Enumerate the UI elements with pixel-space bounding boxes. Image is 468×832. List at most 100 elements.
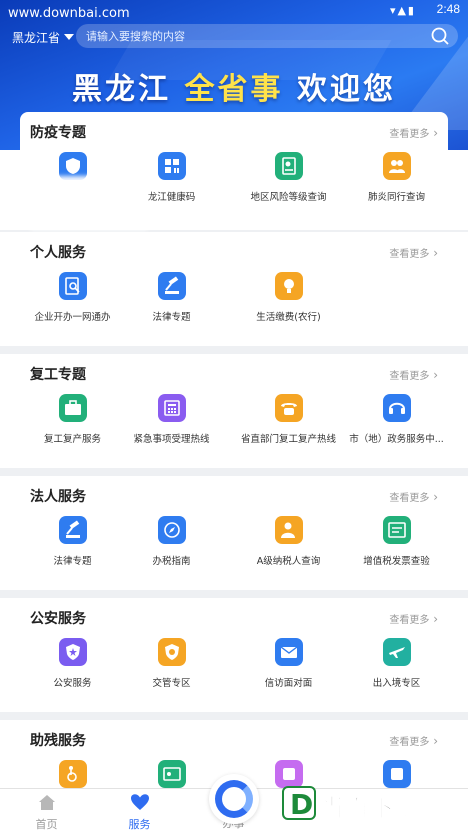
section-header: 助残服务 查看更多 <box>0 720 468 758</box>
section-title: 公安服务 <box>30 611 86 627</box>
service-item[interactable]: 肺炎同行查询 <box>338 152 455 222</box>
section-items: 复工复产服务 紧急事项受理热线 省直部门复工复产热线 市（地）政务服务中... <box>0 394 468 464</box>
service-item[interactable]: A级纳税人查询 <box>230 516 347 586</box>
gavel-icon <box>58 516 87 544</box>
bulb-icon <box>274 272 303 300</box>
service-item[interactable]: 紧急事项受理热线 <box>113 394 230 464</box>
phone-icon <box>274 394 303 422</box>
search-icon[interactable] <box>430 26 450 46</box>
card-icon <box>157 760 186 788</box>
tab-home[interactable]: 首页 <box>0 793 93 832</box>
headset-icon <box>382 394 411 422</box>
view-more-link[interactable]: 查看更多 <box>389 611 438 626</box>
service-label: 紧急事项受理热线 <box>133 434 210 445</box>
welcome-highlight: 全省事 <box>184 72 284 107</box>
status-icons: ▾▲▮ <box>389 4 416 17</box>
caret-down-icon <box>64 34 75 40</box>
view-more-link[interactable]: 查看更多 <box>389 367 438 382</box>
compass-icon <box>157 516 186 544</box>
view-more-link[interactable]: 查看更多 <box>389 489 438 504</box>
service-item[interactable]: 生活缴费(农行) <box>230 272 347 342</box>
tab-service-label: 服务 <box>128 818 151 831</box>
section-header: 防疫专题 查看更多 <box>20 112 448 150</box>
section-header: 公安服务 查看更多 <box>0 598 468 636</box>
section-title: 法人服务 <box>30 489 86 505</box>
service-label: 肺炎同行查询 <box>367 192 425 203</box>
briefcase-icon <box>58 394 87 422</box>
search-input[interactable]: 请输入要搜索的内容 <box>76 24 458 48</box>
service-label: A级纳税人查询 <box>256 556 321 567</box>
section-card: 复工专题查看更多复工复产服务紧急事项受理热线省直部门复工复产热线市（地）政务服务… <box>0 354 468 468</box>
gavel-icon <box>157 272 186 300</box>
people-icon <box>382 152 411 180</box>
tab-home-label: 首页 <box>35 818 58 831</box>
section-card: 个人服务查看更多企业开办一网通办法律专题生活缴费(农行) <box>0 232 468 346</box>
center-action-button[interactable] <box>209 774 259 824</box>
brand-logo: D <box>282 786 316 821</box>
top-bar: 黑龙江省 请输入要搜索的内容 <box>0 24 468 50</box>
police-badge-icon <box>58 638 87 666</box>
pink-icon <box>274 760 303 788</box>
view-more-link[interactable]: 查看更多 <box>389 733 438 748</box>
service-item[interactable]: 地区风险等级查询 <box>230 152 347 222</box>
document-icon <box>274 152 303 180</box>
service-label: 信访面对面 <box>264 678 313 689</box>
section-title: 复工专题 <box>30 367 86 383</box>
section-header: 法人服务 查看更多 <box>0 476 468 514</box>
search-placeholder: 请输入要搜索的内容 <box>86 30 185 43</box>
section-header: 复工专题 查看更多 <box>0 354 468 392</box>
service-label: 省直部门复工复产热线 <box>240 434 336 445</box>
blurred-region <box>30 176 148 230</box>
status-bar: www.downbai.com ▾▲▮ 2:48 <box>0 0 468 22</box>
service-item[interactable]: 法律专题 <box>113 272 230 342</box>
service-label: 出入境专区 <box>372 678 421 689</box>
wheelchair-icon <box>58 760 87 788</box>
qr-grid-icon <box>157 152 186 180</box>
welcome-part1: 黑龙江 <box>72 72 185 107</box>
mail-icon <box>274 638 303 666</box>
tab-service[interactable]: 服务 <box>93 793 186 832</box>
section-card: 法人服务查看更多法律专题办税指南A级纳税人查询增值税发票查验 <box>0 476 468 590</box>
service-label: 地区风险等级查询 <box>250 192 327 203</box>
service-label: 法律专题 <box>152 312 191 323</box>
province-label: 黑龙江省 <box>12 31 61 45</box>
status-time: 2:48 <box>436 2 460 16</box>
home-icon <box>38 795 55 810</box>
section-items: 企业开办一网通办 法律专题 生活缴费(农行) <box>0 272 468 342</box>
service-item[interactable]: 增值税发票查验 <box>338 516 455 586</box>
watermark-text: www.downbai.com <box>8 6 130 21</box>
section-title: 防疫专题 <box>30 125 86 141</box>
service-label: 交管专区 <box>152 678 191 689</box>
search-doc-icon <box>58 272 87 300</box>
service-item[interactable]: 交管专区 <box>113 638 230 708</box>
traffic-badge-icon <box>157 638 186 666</box>
view-more-link[interactable]: 查看更多 <box>389 245 438 260</box>
section-title: 助残服务 <box>30 733 86 749</box>
brand-text: 当百下载 <box>320 794 420 823</box>
service-item[interactable]: 省直部门复工复产热线 <box>230 394 347 464</box>
plane-icon <box>382 638 411 666</box>
fax-icon <box>157 394 186 422</box>
service-label: 办税指南 <box>152 556 191 567</box>
person-a-icon <box>274 516 303 544</box>
service-label: 增值税发票查验 <box>363 556 430 567</box>
province-selector[interactable]: 黑龙江省 <box>12 29 75 46</box>
service-label: 生活缴费(农行) <box>256 312 321 323</box>
service-item[interactable]: 信访面对面 <box>230 638 347 708</box>
service-item[interactable]: 办税指南 <box>113 516 230 586</box>
blue-icon <box>382 760 411 788</box>
service-label: 市（地）政务服务中... <box>349 434 444 445</box>
welcome-part2: 欢迎您 <box>283 72 396 107</box>
section-title: 个人服务 <box>30 245 86 261</box>
section-items: 公安服务 交管专区 信访面对面 出入境专区 <box>0 638 468 708</box>
invoice-icon <box>382 516 411 544</box>
section-items: 法律专题 办税指南 A级纳税人查询 增值税发票查验 <box>0 516 468 586</box>
center-ring-icon <box>215 780 253 818</box>
heart-icon <box>130 794 149 810</box>
service-item[interactable]: 市（地）政务服务中... <box>338 394 455 464</box>
view-more-link[interactable]: 查看更多 <box>389 125 438 140</box>
section-header: 个人服务 查看更多 <box>0 232 468 270</box>
service-item[interactable]: 出入境专区 <box>338 638 455 708</box>
brand-watermark: D 当百下载 <box>282 786 464 824</box>
section-card: 公安服务 查看更多公安服务交管专区 信访面对面 出入境专区 <box>0 598 468 712</box>
